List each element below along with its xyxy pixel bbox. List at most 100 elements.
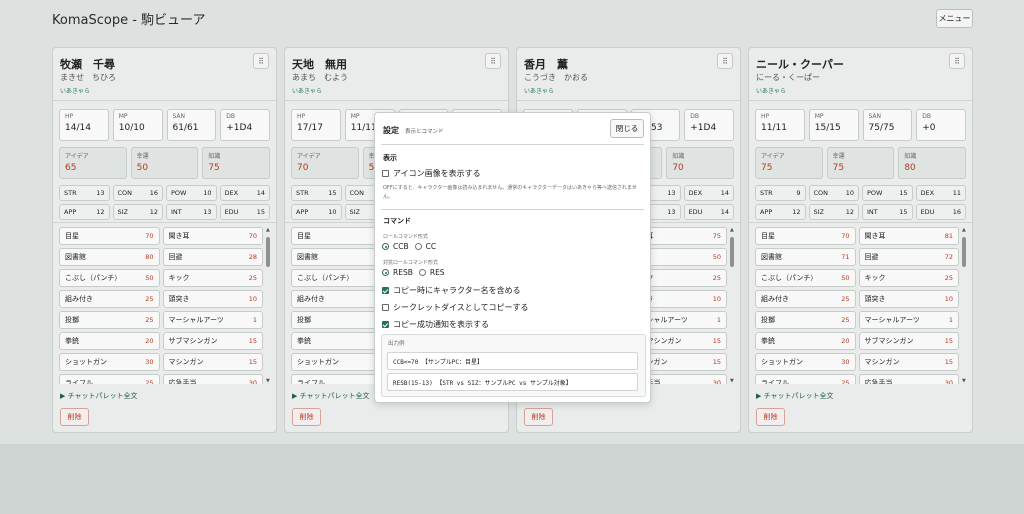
roll-box[interactable]: アイデア 70: [291, 147, 359, 179]
scrollbar-thumb[interactable]: [266, 237, 270, 267]
roll-box[interactable]: 知識 80: [898, 147, 966, 179]
skill-item[interactable]: サブマシンガン 15: [162, 332, 263, 350]
skill-item[interactable]: 応急手当 30: [162, 374, 263, 384]
attribute-chip[interactable]: INT 15: [862, 204, 913, 220]
res-res-radio[interactable]: [418, 269, 426, 276]
skill-item[interactable]: 頭突き 10: [162, 290, 263, 308]
scroll-down-icon[interactable]: ▼: [266, 378, 270, 384]
skill-item[interactable]: 目星 70: [59, 227, 160, 245]
source-link[interactable]: いあきゃら: [524, 86, 554, 95]
attribute-chip[interactable]: DEX 14: [683, 185, 734, 201]
roll-ccb-radio[interactable]: [382, 243, 389, 250]
skill-item[interactable]: 応急手当 30: [858, 374, 959, 384]
skill-scrollbar[interactable]: ▲▼: [266, 227, 271, 384]
attribute-chip[interactable]: APP 10: [291, 204, 342, 220]
attribute-chip[interactable]: EDU 16: [915, 204, 966, 220]
skill-item[interactable]: マシンガン 15: [858, 353, 959, 371]
attribute-chip[interactable]: DEX 11: [915, 185, 966, 201]
attribute-chip[interactable]: POW 10: [166, 185, 217, 201]
skill-scrollbar[interactable]: ▲▼: [730, 227, 735, 384]
skill-item[interactable]: ショットガン 30: [59, 353, 160, 371]
skill-item[interactable]: 目星 70: [755, 227, 856, 245]
roll-box[interactable]: 知識 70: [666, 147, 734, 179]
source-link[interactable]: いあきゃら: [60, 86, 90, 95]
delete-button[interactable]: 削除: [524, 408, 553, 426]
skill-item[interactable]: 拳銃 20: [59, 332, 160, 350]
attribute-chip[interactable]: DEX 14: [219, 185, 270, 201]
scroll-up-icon[interactable]: ▲: [266, 227, 270, 233]
skill-item[interactable]: 拳銃 20: [755, 332, 856, 350]
skill-item[interactable]: こぶし（パンチ） 50: [59, 269, 160, 287]
skill-item[interactable]: マシンガン 15: [162, 353, 263, 371]
drag-handle-icon[interactable]: ⠿: [485, 53, 501, 69]
attribute-chip[interactable]: STR 13: [59, 185, 110, 201]
show-icon-checkbox[interactable]: [382, 170, 389, 177]
chat-palette-toggle[interactable]: ▶ チャットパレット全文: [292, 391, 370, 401]
skill-item[interactable]: 聞き耳 70: [162, 227, 263, 245]
source-link[interactable]: いあきゃら: [292, 86, 322, 95]
attribute-chip[interactable]: POW 15: [862, 185, 913, 201]
chat-palette-toggle[interactable]: ▶ チャットパレット全文: [756, 391, 834, 401]
scrollbar-thumb[interactable]: [730, 237, 734, 267]
delete-button[interactable]: 削除: [60, 408, 89, 426]
notify-checkbox[interactable]: [382, 321, 389, 328]
attribute-chip[interactable]: EDU 15: [219, 204, 270, 220]
secret-dice-option[interactable]: シークレットダイスとしてコピーする: [382, 302, 529, 313]
scroll-up-icon[interactable]: ▲: [730, 227, 734, 233]
attribute-chip[interactable]: STR 15: [291, 185, 342, 201]
chat-palette-toggle[interactable]: ▶ チャットパレット全文: [60, 391, 138, 401]
attribute-chip[interactable]: STR 9: [755, 185, 806, 201]
menu-button[interactable]: メニュー: [936, 9, 973, 28]
skill-item[interactable]: 図書館 71: [755, 248, 856, 266]
include-name-checkbox[interactable]: [382, 287, 389, 294]
secret-dice-checkbox[interactable]: [382, 304, 389, 311]
skill-item[interactable]: 回避 72: [858, 248, 959, 266]
skill-item[interactable]: 組み付き 25: [755, 290, 856, 308]
roll-box[interactable]: アイデア 65: [59, 147, 127, 179]
source-link[interactable]: いあきゃら: [756, 86, 786, 95]
drag-handle-icon[interactable]: ⠿: [253, 53, 269, 69]
attribute-chip[interactable]: SIZ 12: [112, 204, 163, 220]
skill-item[interactable]: キック 25: [162, 269, 263, 287]
delete-button[interactable]: 削除: [756, 408, 785, 426]
skill-item[interactable]: こぶし（パンチ） 50: [755, 269, 856, 287]
roll-box[interactable]: アイデア 75: [755, 147, 823, 179]
skill-item[interactable]: マーシャルアーツ 1: [858, 311, 959, 329]
skill-item[interactable]: 回避 28: [162, 248, 263, 266]
attribute-chip[interactable]: EDU 14: [683, 204, 734, 220]
close-button[interactable]: 閉じる: [610, 119, 644, 138]
skill-item[interactable]: ライフル 25: [755, 374, 856, 384]
attribute-chip[interactable]: SIZ 12: [808, 204, 859, 220]
scroll-down-icon[interactable]: ▼: [962, 378, 966, 384]
skill-item[interactable]: ライフル 25: [59, 374, 160, 384]
drag-handle-icon[interactable]: ⠿: [949, 53, 965, 69]
attribute-chip[interactable]: INT 13: [166, 204, 217, 220]
delete-button[interactable]: 削除: [292, 408, 321, 426]
include-name-option[interactable]: コピー時にキャラクター名を含める: [382, 285, 521, 296]
roll-box[interactable]: 知識 75: [202, 147, 270, 179]
skill-item[interactable]: 投擲 25: [59, 311, 160, 329]
roll-box[interactable]: 幸運 50: [130, 147, 199, 179]
skill-item[interactable]: 頭突き 10: [858, 290, 959, 308]
attribute-chip[interactable]: CON 16: [112, 185, 163, 201]
skill-item[interactable]: キック 25: [858, 269, 959, 287]
skill-scrollbar[interactable]: ▲▼: [962, 227, 967, 384]
skill-item[interactable]: ショットガン 30: [755, 353, 856, 371]
attribute-chip[interactable]: APP 12: [755, 204, 806, 220]
skill-item[interactable]: 投擲 25: [755, 311, 856, 329]
drag-handle-icon[interactable]: ⠿: [717, 53, 733, 69]
scroll-up-icon[interactable]: ▲: [962, 227, 966, 233]
skill-item[interactable]: 図書館 80: [59, 248, 160, 266]
skill-item[interactable]: マーシャルアーツ 1: [162, 311, 263, 329]
show-icon-option[interactable]: アイコン画像を表示する: [382, 168, 481, 179]
roll-cc-radio[interactable]: [414, 243, 422, 250]
res-resb-radio[interactable]: [382, 269, 389, 276]
skill-item[interactable]: サブマシンガン 15: [858, 332, 959, 350]
roll-box[interactable]: 幸運 75: [826, 147, 895, 179]
skill-item[interactable]: 聞き耳 81: [858, 227, 959, 245]
notify-option[interactable]: コピー成功通知を表示する: [382, 319, 489, 330]
skill-item[interactable]: 組み付き 25: [59, 290, 160, 308]
attribute-chip[interactable]: CON 10: [808, 185, 859, 201]
attribute-chip[interactable]: APP 12: [59, 204, 110, 220]
scroll-down-icon[interactable]: ▼: [730, 378, 734, 384]
